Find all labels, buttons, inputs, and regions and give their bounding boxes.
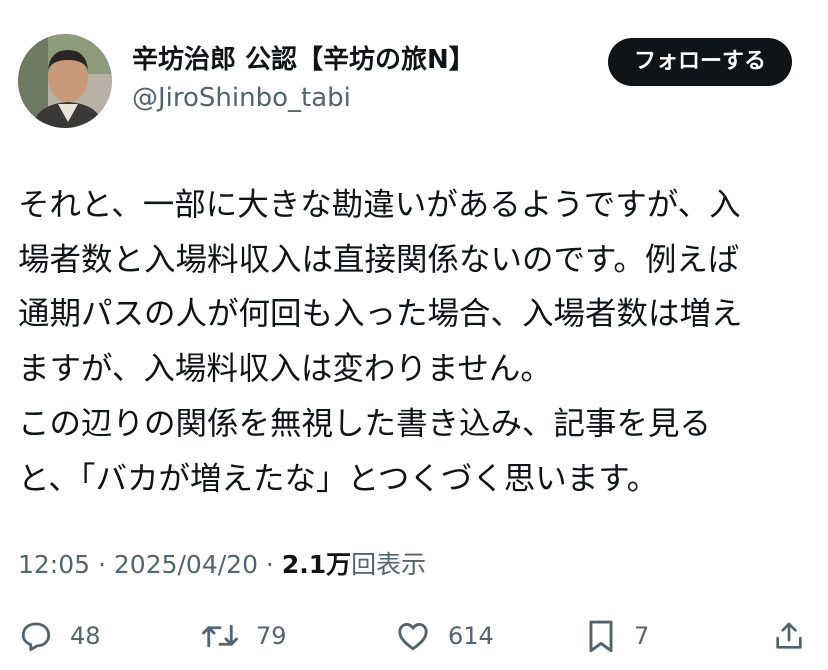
meta-separator: · — [257, 550, 282, 579]
author-info: 辛坊治郎 公認【辛坊の旅N】 @JiroShinbo_tabi — [132, 42, 475, 116]
follow-button[interactable]: フォローする — [607, 38, 792, 86]
like-button[interactable]: 614 — [394, 614, 494, 658]
tweet-header: 辛坊治郎 公認【辛坊の旅N】 @JiroShinbo_tabi フォローする — [18, 34, 810, 130]
tweet-text-line: と、「バカが増えたな」とつくづく思います。 — [18, 460, 659, 497]
author-handle[interactable]: @JiroShinbo_tabi — [132, 80, 475, 116]
bookmark-icon — [589, 620, 613, 653]
reply-icon — [21, 622, 51, 651]
repost-count: 79 — [256, 622, 287, 650]
heart-icon — [398, 623, 428, 651]
repost-icon — [202, 624, 238, 648]
avatar-photo-icon — [18, 34, 112, 128]
reply-count: 48 — [70, 622, 101, 650]
bookmark-button[interactable]: 7 — [584, 614, 649, 658]
share-button[interactable] — [772, 614, 806, 658]
avatar[interactable] — [18, 34, 112, 128]
tweet-date[interactable]: 2025/04/20 — [114, 550, 258, 579]
bookmark-count: 7 — [634, 622, 650, 650]
tweet-time[interactable]: 12:05 — [18, 550, 90, 579]
repost-button[interactable]: 79 — [200, 614, 287, 658]
action-bar: 48 79 614 7 — [0, 608, 828, 664]
share-icon — [776, 622, 802, 649]
tweet-text-line: 通期パスの人が何回も入った場合、入場者数は増え — [18, 296, 743, 333]
views-label: 回表示 — [351, 550, 427, 579]
tweet-text-line: ますが、入場料収入は変わりません。 — [18, 351, 552, 388]
author-display-name[interactable]: 辛坊治郎 公認【辛坊の旅N】 — [132, 42, 475, 78]
like-count: 614 — [448, 622, 494, 650]
views-count: 2.1万 — [281, 550, 352, 579]
tweet-text-line: 場者数と入場料収入は直接関係ないのです。例えば — [18, 241, 740, 278]
tweet-text: それと、一部に大きな勘違いがあるようですが、入 場者数と入場料収入は直接関係ない… — [18, 178, 813, 506]
tweet-meta: 12:05 · 2025/04/20 · 2.1万回表示 — [18, 545, 426, 585]
tweet-text-line: それと、一部に大きな勘違いがあるようですが、入 — [18, 187, 741, 223]
meta-separator: · — [90, 550, 114, 579]
reply-button[interactable]: 48 — [18, 614, 101, 658]
tweet-text-line: この辺りの関係を無視した書き込み、記事を見る — [18, 405, 712, 442]
